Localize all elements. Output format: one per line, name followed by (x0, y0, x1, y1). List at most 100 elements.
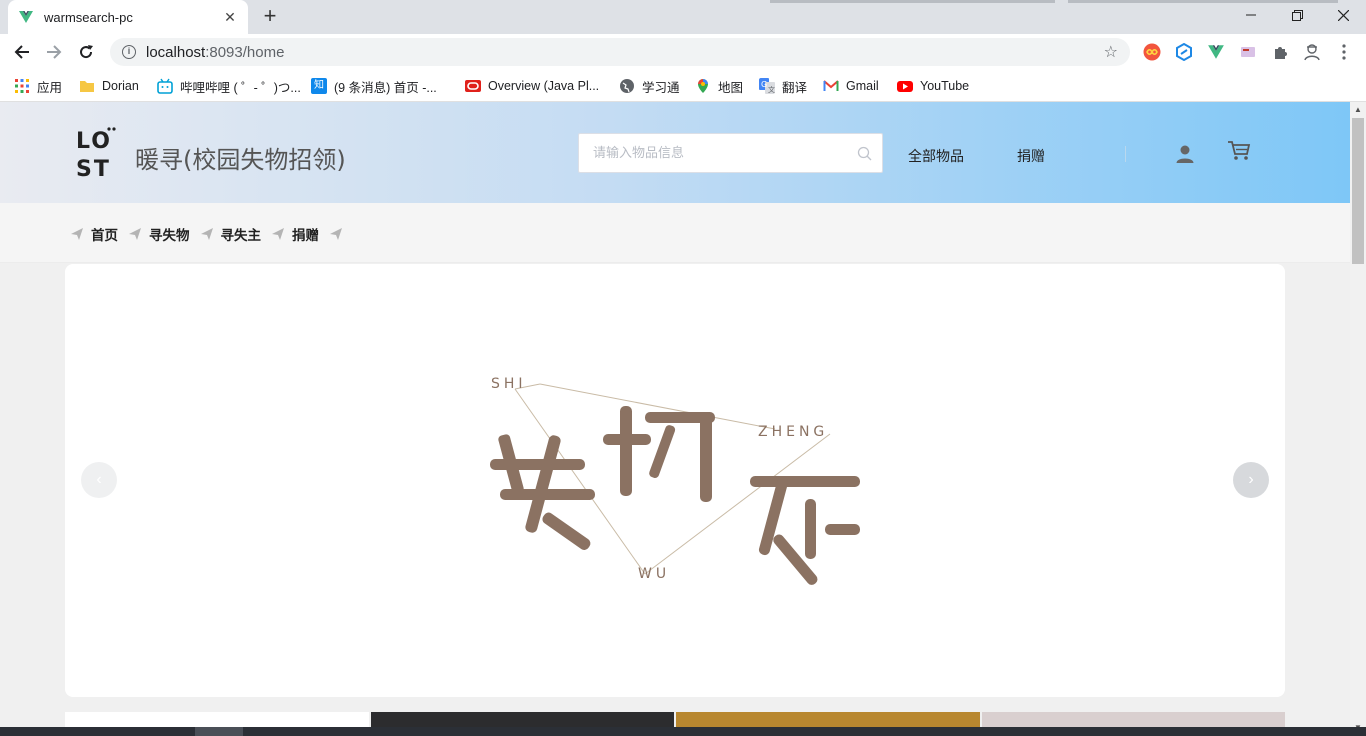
globe-icon (620, 79, 634, 93)
page-viewport: LO ST 暖寻(校园失物招领) 全部物品 捐赠 首页 寻失物 寻失主 捐赠 (0, 102, 1350, 736)
restore-icon (1291, 9, 1303, 21)
bookmarks-bar: 应用 Dorian 哔哩哔哩 ( ゜- ゜)つ... 知 (9 条消息) 首页 … (0, 70, 1366, 102)
banner-carousel: SHI ZHENG WU ‹ › (65, 264, 1285, 697)
ghost-tab (770, 0, 1055, 3)
bookmark-java[interactable]: Overview (Java Pl... (465, 76, 599, 96)
url-path: :8093/home (205, 43, 285, 61)
subnav-find-lost[interactable]: 寻失物 (149, 224, 190, 244)
lost-and-found-banner: SHI ZHENG WU (490, 376, 860, 585)
search-input[interactable] (579, 134, 839, 172)
svg-text:LO: LO (76, 129, 112, 154)
youtube-icon (897, 81, 913, 92)
bookmark-zhihu[interactable]: 知 (9 条消息) 首页 -... (311, 76, 437, 96)
bookmark-label: 翻译 (782, 80, 808, 95)
carousel-prev-button[interactable]: ‹ (81, 462, 117, 498)
extension-reader-icon[interactable] (1238, 42, 1258, 62)
sub-navigation: 首页 寻失物 寻失主 捐赠 (0, 203, 1350, 263)
bookmark-label: 学习通 (642, 80, 680, 95)
bilibili-icon (157, 78, 173, 94)
nav-donate[interactable]: 捐赠 (1017, 146, 1045, 166)
browser-toolbar: i localhost:8093/home ☆ (0, 34, 1366, 70)
bookmark-label: 哔哩哔哩 ( ゜- ゜)つ... (180, 80, 301, 95)
oracle-icon (465, 80, 481, 92)
lost-logo[interactable]: LO ST (76, 126, 120, 178)
bookmark-label: (9 条消息) 首页 -... (334, 80, 437, 95)
nav-all-items[interactable]: 全部物品 (908, 146, 964, 166)
close-window-button[interactable] (1320, 0, 1366, 30)
paper-plane-icon (71, 228, 83, 240)
address-bar[interactable]: i localhost:8093/home ☆ (110, 38, 1130, 66)
bookmark-label: Gmail (846, 79, 879, 93)
tab-close-icon[interactable]: ✕ (222, 9, 238, 26)
carousel-next-button[interactable]: › (1233, 462, 1269, 498)
arrow-left-icon (14, 45, 29, 59)
folder-icon (80, 81, 94, 92)
extension-infinity-icon[interactable] (1142, 42, 1162, 62)
pinyin-shi: SHI (491, 376, 527, 392)
paper-plane-icon (129, 228, 141, 240)
svg-text:G: G (761, 80, 767, 89)
pinyin-zheng: ZHENG (758, 424, 828, 440)
svg-text:文: 文 (768, 85, 775, 94)
divider (1125, 146, 1126, 162)
minimize-icon (1246, 14, 1256, 16)
bookmark-maps[interactable]: 地图 (695, 76, 743, 96)
page-scrollbar[interactable]: ▲ ▼ (1350, 102, 1366, 736)
paper-plane-icon (200, 228, 213, 240)
cart-icon[interactable] (1227, 140, 1251, 162)
bookmark-xuexitong[interactable]: 学习通 (619, 76, 680, 96)
user-icon[interactable] (1175, 144, 1195, 164)
extensions-puzzle-icon[interactable] (1270, 42, 1290, 62)
os-taskbar (0, 727, 1366, 736)
gmail-icon (823, 80, 839, 91)
search-box[interactable] (578, 133, 883, 173)
taskbar-button[interactable] (195, 727, 243, 736)
subnav-donate[interactable]: 捐赠 (292, 224, 319, 244)
maps-pin-icon (698, 79, 708, 93)
close-icon (1337, 9, 1349, 21)
tab-title: warmsearch-pc (44, 9, 133, 25)
scrollbar-thumb[interactable] (1352, 118, 1364, 264)
svg-text:ST: ST (76, 157, 111, 178)
translate-icon: G文 (759, 78, 775, 94)
apps-grid-icon (15, 79, 29, 93)
arrow-right-icon (47, 45, 62, 59)
vue-icon (19, 11, 33, 23)
back-button[interactable] (10, 40, 34, 64)
bookmark-label: YouTube (920, 79, 970, 93)
minimize-button[interactable] (1228, 0, 1274, 30)
restore-button[interactable] (1274, 0, 1320, 30)
bookmark-bilibili[interactable]: 哔哩哔哩 ( ゜- ゜)つ... (157, 76, 301, 96)
scroll-up-icon[interactable]: ▲ (1350, 102, 1366, 118)
bookmark-apps[interactable]: 应用 (14, 76, 62, 96)
bookmark-label: Dorian (102, 79, 139, 93)
bookmark-youtube[interactable]: YouTube (897, 76, 969, 96)
bookmark-star-icon[interactable]: ☆ (1104, 42, 1118, 62)
browser-tabstrip: warmsearch-pc ✕ + (0, 0, 1366, 34)
subnav-home[interactable]: 首页 (91, 224, 118, 244)
extension-cube-icon[interactable] (1174, 42, 1194, 62)
paper-plane-icon (330, 228, 342, 240)
extension-vue-icon[interactable] (1206, 42, 1226, 62)
info-icon[interactable]: i (122, 45, 136, 59)
forward-button[interactable] (42, 40, 66, 64)
profile-avatar-icon[interactable] (1302, 42, 1322, 62)
menu-kebab-icon[interactable] (1334, 42, 1354, 62)
site-header: LO ST 暖寻(校园失物招领) 全部物品 捐赠 (0, 102, 1350, 203)
bookmark-label: Overview (Java Pl... (488, 79, 600, 93)
url-text[interactable]: localhost:8093/home (146, 44, 1104, 61)
new-tab-button[interactable]: + (258, 5, 282, 29)
reload-button[interactable] (74, 40, 98, 64)
search-icon[interactable] (857, 146, 872, 161)
pinyin-wu: WU (638, 566, 670, 582)
bookmark-dorian[interactable]: Dorian (79, 76, 139, 96)
zhihu-icon: 知 (311, 78, 327, 94)
browser-tab[interactable]: warmsearch-pc ✕ (8, 0, 248, 34)
url-host: localhost (146, 43, 206, 61)
bookmark-translate[interactable]: G文 翻译 (759, 76, 807, 96)
bookmark-gmail[interactable]: Gmail (823, 76, 879, 96)
subnav-find-owner[interactable]: 寻失主 (221, 224, 262, 244)
site-title: 暖寻(校园失物招领) (135, 146, 346, 174)
reload-icon (80, 45, 93, 59)
paper-plane-icon (272, 228, 284, 240)
